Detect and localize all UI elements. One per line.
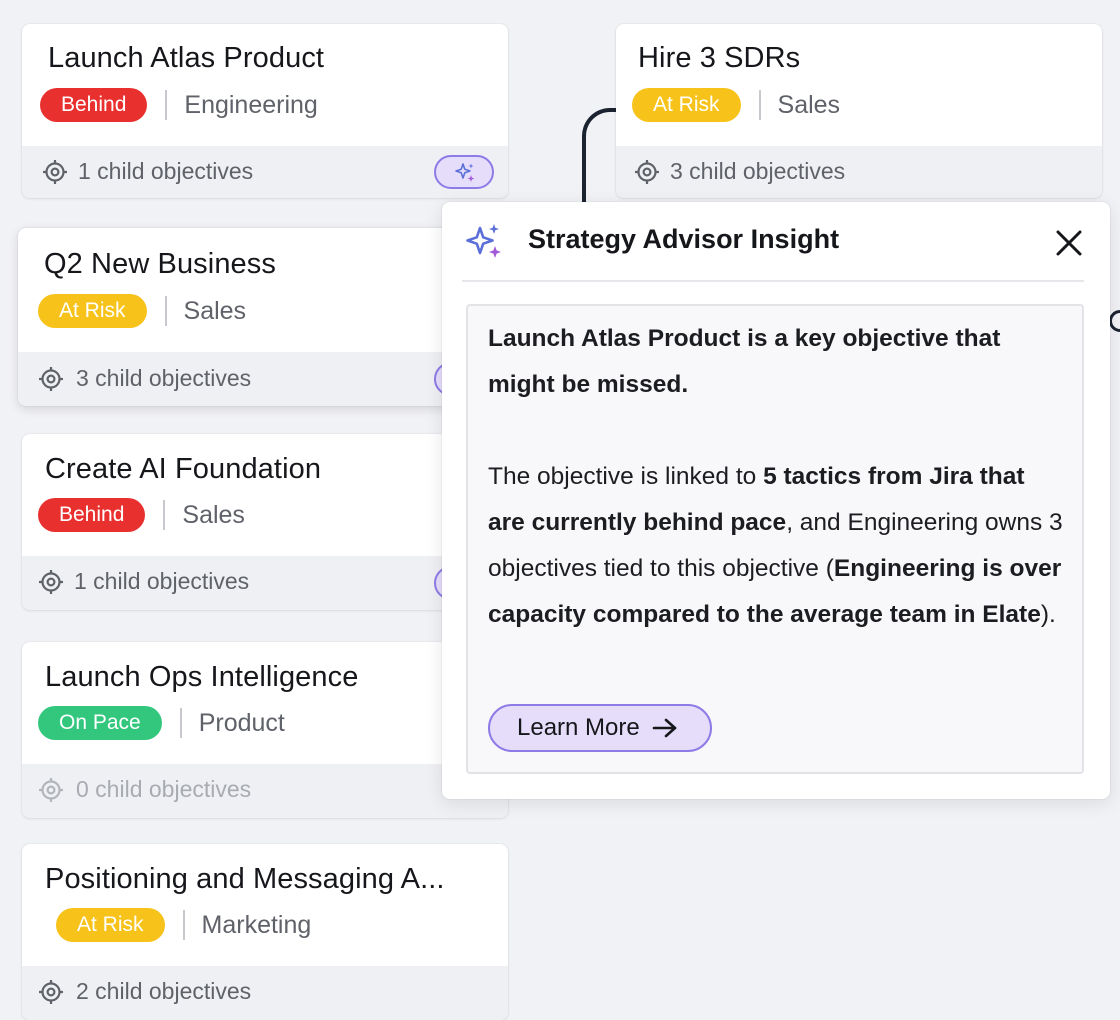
arrow-right-icon <box>652 718 677 738</box>
objective-title[interactable]: Launch Ops Intelligence <box>45 661 358 694</box>
close-icon[interactable] <box>1052 226 1086 260</box>
objective-card[interactable]: Launch Ops Intelligence On Pace Product … <box>22 642 508 818</box>
popover-divider <box>462 280 1084 282</box>
meta-divider <box>163 500 166 530</box>
objective-title[interactable]: Hire 3 SDRs <box>638 42 800 75</box>
objective-card[interactable]: Create AI Foundation Behind Sales 1 chil… <box>22 434 508 610</box>
learn-more-button[interactable]: Learn More <box>488 704 712 752</box>
objective-title[interactable]: Create AI Foundation <box>45 453 321 486</box>
team-label: Engineering <box>184 90 318 119</box>
child-objectives-count: 1 child objectives <box>78 158 254 184</box>
child-objectives-count: 0 child objectives <box>76 776 252 802</box>
team-label: Product <box>198 708 285 737</box>
target-icon <box>39 778 63 802</box>
meta-divider <box>182 910 185 940</box>
objective-title[interactable]: Positioning and Messaging A... <box>45 863 445 896</box>
sparkles-icon <box>466 224 501 258</box>
objective-card[interactable]: Q2 New Business At Risk Sales 3 child ob… <box>18 228 508 406</box>
ai-insight-button[interactable] <box>434 155 494 189</box>
status-badge: On Pace <box>38 706 162 740</box>
team-label: Sales <box>777 90 841 119</box>
strategy-advisor-popover: Strategy Advisor Insight Launch Atlas Pr… <box>442 202 1110 799</box>
target-icon <box>39 570 63 594</box>
status-badge: At Risk <box>38 294 147 328</box>
sparkles-icon <box>455 163 475 182</box>
target-icon <box>43 160 67 184</box>
meta-divider <box>165 90 168 120</box>
child-objectives-count: 2 child objectives <box>76 978 252 1004</box>
objective-card[interactable]: Hire 3 SDRs At Risk Sales 3 child object… <box>616 24 1102 198</box>
child-objectives-count: 3 child objectives <box>76 365 252 391</box>
objective-card[interactable]: Positioning and Messaging A... At Risk M… <box>22 844 508 1020</box>
objective-card[interactable]: Launch Atlas Product Behind Engineering … <box>22 24 508 198</box>
insight-text: The objective is linked to <box>488 463 764 490</box>
insight-details: The objective is linked to 5 tactics fro… <box>488 454 1063 638</box>
meta-divider <box>758 90 761 120</box>
status-badge: Behind <box>38 498 146 532</box>
node-connector-dot <box>1109 310 1120 332</box>
meta-divider <box>179 708 182 738</box>
status-badge: Behind <box>40 88 148 122</box>
learn-more-label: Learn More <box>517 714 640 741</box>
team-label: Sales <box>183 296 247 325</box>
child-objectives-count: 1 child objectives <box>74 568 250 594</box>
team-label: Marketing <box>201 910 312 939</box>
target-icon <box>635 160 659 184</box>
target-icon <box>39 367 63 391</box>
objective-title[interactable]: Launch Atlas Product <box>48 42 324 75</box>
objective-title[interactable]: Q2 New Business <box>44 248 276 281</box>
insight-headline: Launch Atlas Product is a key objective … <box>488 325 1001 398</box>
target-icon <box>39 980 63 1004</box>
popover-title: Strategy Advisor Insight <box>528 224 840 254</box>
status-badge: At Risk <box>56 908 165 942</box>
status-badge: At Risk <box>632 88 741 122</box>
team-label: Sales <box>182 500 245 529</box>
insight-body: Launch Atlas Product is a key objective … <box>466 304 1084 774</box>
insight-text: ). <box>1040 601 1056 628</box>
child-objectives-count: 3 child objectives <box>670 158 846 184</box>
meta-divider <box>164 296 167 326</box>
